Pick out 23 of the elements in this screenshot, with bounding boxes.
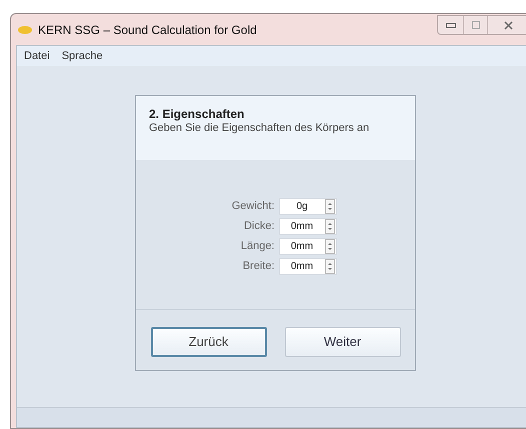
number-field[interactable]: 0mm <box>278 238 336 255</box>
menu-item[interactable]: Datei <box>24 48 50 64</box>
app-logo-icon <box>18 24 32 34</box>
maximize-icon <box>472 21 480 29</box>
step-description: Geben Sie die Eigenschaften des Körpers an <box>149 121 370 135</box>
field-label: Länge: <box>240 239 274 254</box>
field-label: Gewicht: <box>230 199 274 214</box>
spinner-arrows-icon <box>324 219 334 234</box>
wizard-button[interactable]: Weiter <box>284 327 400 357</box>
spinner-arrows-icon <box>324 239 334 254</box>
field-label: Dicke: <box>242 219 274 234</box>
spinner-arrows-icon <box>324 199 334 214</box>
step-title: 2. Eigenschaften <box>149 107 246 121</box>
window-title: KERN SSG – Sound Calculation for Gold <box>38 22 257 38</box>
wizard-button[interactable]: Zurück <box>150 327 266 357</box>
field-label: Breite: <box>242 259 274 274</box>
number-field[interactable]: 0mm <box>278 258 336 275</box>
number-field[interactable]: 0g <box>278 198 336 215</box>
spinner-arrows-icon <box>324 259 334 274</box>
number-field[interactable]: 0mm <box>278 218 336 235</box>
menu-item[interactable]: Sprache <box>62 48 103 64</box>
close-icon <box>504 20 512 30</box>
minimize-icon <box>446 22 456 28</box>
